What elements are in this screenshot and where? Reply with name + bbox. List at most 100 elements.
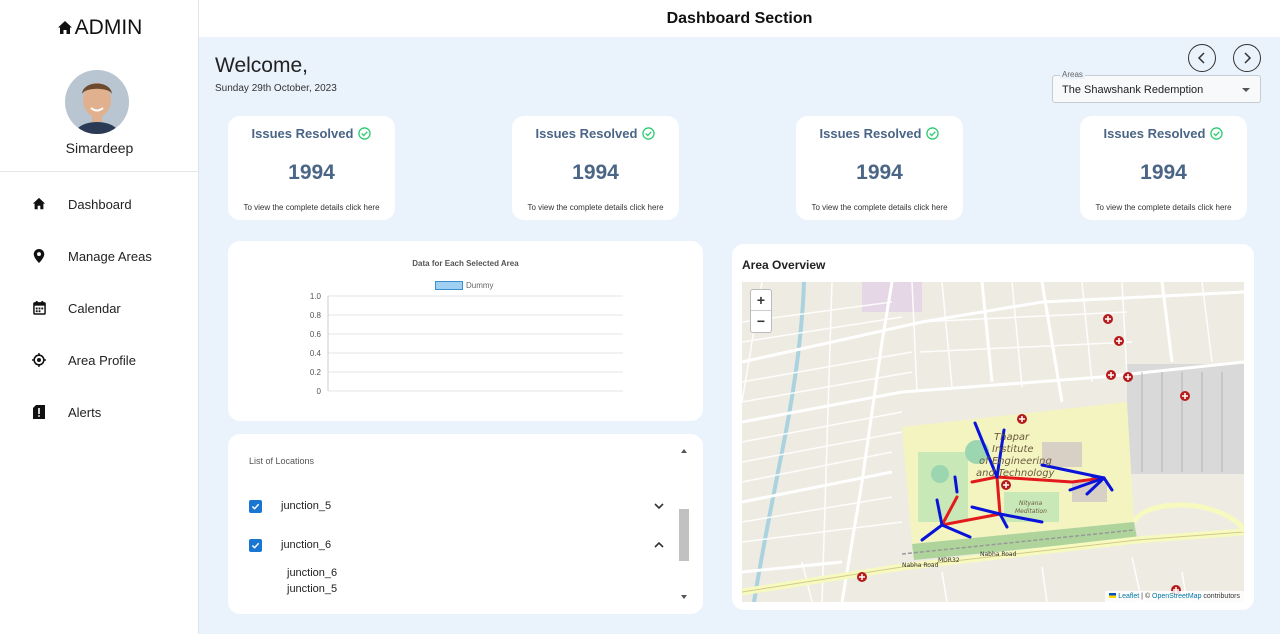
scrollbar-thumb[interactable] — [679, 509, 689, 561]
check-circle-icon — [642, 127, 656, 140]
home-icon — [31, 196, 47, 212]
stat-details-link[interactable]: To view the complete details click here — [796, 203, 963, 212]
stat-card[interactable]: Issues Resolved 1994 To view the complet… — [1080, 116, 1247, 220]
sidebar-item-calendar[interactable]: Calendar — [0, 288, 198, 328]
scrollbar[interactable] — [678, 444, 690, 604]
chart-panel: Data for Each Selected Area Dummy 1.0 0.8… — [228, 241, 703, 421]
map-label: Meditation — [1015, 508, 1047, 515]
map-label: of Engineering — [979, 456, 1052, 467]
map-road-label: MDR32 — [938, 557, 960, 564]
locations-panel: List of Locations junction_5 junction_6 … — [228, 434, 703, 614]
check-icon — [251, 542, 260, 549]
zoom-in-button[interactable]: + — [751, 290, 771, 311]
sidebar-item-label: Dashboard — [68, 196, 132, 212]
sidebar-item-label: Calendar — [68, 300, 121, 316]
current-date: Sunday 29th October, 2023 — [215, 83, 337, 94]
location-checkbox[interactable] — [249, 500, 262, 513]
scroll-up-icon[interactable] — [681, 449, 687, 453]
y-tick-label: 1.0 — [310, 292, 322, 301]
locations-title: List of Locations — [249, 456, 315, 466]
stat-title: Issues Resolved — [796, 126, 963, 141]
map-pin-icon — [31, 248, 47, 264]
chevron-right-icon — [1244, 52, 1252, 64]
page-title: Dashboard Section — [666, 10, 813, 27]
stat-title-text: Issues Resolved — [535, 126, 638, 141]
stat-details-link[interactable]: To view the complete details click here — [228, 203, 395, 212]
map-label: Thapar — [994, 432, 1030, 443]
stat-card[interactable]: Issues Resolved 1994 To view the complet… — [796, 116, 963, 220]
stat-details-link[interactable]: To view the complete details click here — [512, 203, 679, 212]
sidebar-item-area-profile[interactable]: Area Profile — [0, 340, 198, 380]
stat-value: 1994 — [288, 161, 335, 184]
areas-select-value: The Shawshank Redemption — [1062, 84, 1204, 96]
bar-chart: 1.0 0.8 0.6 0.4 0.2 0 — [310, 292, 623, 396]
chevron-down-icon[interactable] — [653, 501, 665, 511]
sidebar: ADMIN Simardeep Dashboard Manage Areas C… — [0, 0, 199, 634]
brand: ADMIN — [0, 16, 199, 40]
user-name: Simardeep — [65, 140, 134, 156]
check-circle-icon — [358, 127, 372, 140]
sub-location-item[interactable]: junction_5 — [287, 583, 337, 595]
zoom-control: + − — [750, 289, 772, 333]
y-tick-label: 0 — [317, 387, 322, 396]
map-road-label: Nabha Road — [902, 562, 939, 569]
sidebar-item-dashboard[interactable]: Dashboard — [0, 184, 198, 224]
list-item[interactable]: junction_5 — [249, 499, 669, 515]
sidebar-divider — [0, 171, 198, 172]
attribution-tail: contributors — [1201, 593, 1240, 600]
location-label: junction_5 — [281, 500, 332, 512]
welcome-heading: Welcome, — [215, 54, 308, 77]
zoom-out-button[interactable]: − — [751, 311, 771, 332]
map-attribution: Leaflet | © OpenStreetMap contributors — [1105, 591, 1244, 602]
map-title: Area Overview — [742, 258, 826, 272]
home-icon — [57, 21, 72, 34]
stat-title-text: Issues Resolved — [251, 126, 354, 141]
check-icon — [251, 503, 260, 510]
map-label: Nityana — [1019, 500, 1043, 507]
sidebar-item-alerts[interactable]: Alerts — [0, 392, 198, 432]
ukraine-flag-icon — [1109, 593, 1117, 598]
location-label: junction_6 — [281, 539, 332, 551]
map-label: Institute — [992, 444, 1034, 455]
areas-select-label: Areas — [1060, 70, 1085, 79]
target-icon — [31, 352, 47, 368]
sidebar-item-manage-areas[interactable]: Manage Areas — [0, 236, 198, 276]
stat-title-text: Issues Resolved — [819, 126, 922, 141]
y-tick-label: 0.2 — [310, 368, 322, 377]
stat-value: 1994 — [1140, 161, 1187, 184]
chevron-left-icon — [1197, 52, 1205, 64]
location-checkbox[interactable] — [249, 539, 262, 552]
stat-value: 1994 — [572, 161, 619, 184]
list-item[interactable]: junction_6 — [249, 538, 669, 554]
prev-button[interactable] — [1188, 44, 1216, 72]
map-label: and Technology — [976, 468, 1055, 479]
areas-select[interactable]: Areas The Shawshank Redemption — [1052, 70, 1261, 103]
area-overview-panel: Area Overview Thapar Institute of Engine… — [732, 244, 1254, 610]
stat-value: 1994 — [856, 161, 903, 184]
stat-title: Issues Resolved — [512, 126, 679, 141]
top-bar: Dashboard Section — [199, 0, 1280, 37]
y-tick-label: 0.6 — [310, 330, 322, 339]
sub-location-item[interactable]: junction_6 — [287, 567, 337, 579]
next-button[interactable] — [1233, 44, 1261, 72]
stat-title-text: Issues Resolved — [1103, 126, 1206, 141]
check-circle-icon — [926, 127, 940, 140]
caret-down-icon — [1242, 88, 1250, 92]
calendar-icon — [31, 300, 47, 316]
check-circle-icon — [1210, 127, 1224, 140]
chevron-up-icon[interactable] — [653, 540, 665, 550]
sidebar-item-label: Alerts — [68, 404, 102, 420]
stat-card[interactable]: Issues Resolved 1994 To view the complet… — [512, 116, 679, 220]
map[interactable]: Thapar Institute of Engineering and Tech… — [742, 282, 1244, 602]
brand-label: ADMIN — [74, 16, 143, 39]
leaflet-link[interactable]: Leaflet — [1118, 593, 1139, 600]
scroll-down-icon[interactable] — [681, 595, 687, 599]
stat-card[interactable]: Issues Resolved 1994 To view the complet… — [228, 116, 395, 220]
osm-link[interactable]: OpenStreetMap — [1152, 593, 1201, 600]
avatar — [65, 70, 129, 134]
alert-icon — [31, 404, 47, 420]
stat-details-link[interactable]: To view the complete details click here — [1080, 203, 1247, 212]
sidebar-item-label: Manage Areas — [68, 248, 152, 264]
attribution-separator: | © — [1139, 593, 1153, 600]
stat-title: Issues Resolved — [228, 126, 395, 141]
